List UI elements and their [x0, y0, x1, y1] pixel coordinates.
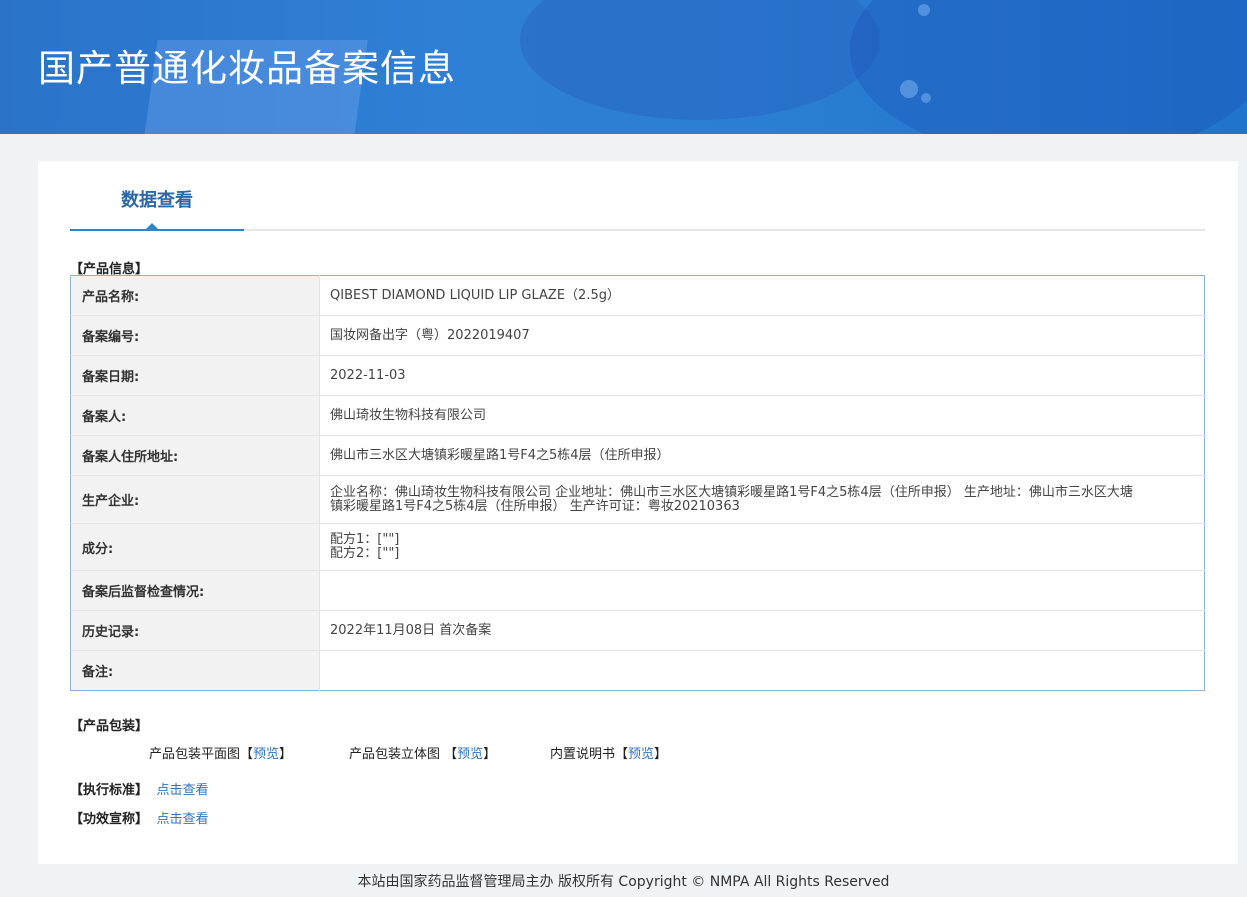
- field-value: 2022年11月08日 首次备案: [319, 610, 1205, 651]
- page-header: 国产普通化妆品备案信息: [0, 0, 1247, 134]
- field-value-line: 配方2：[""]: [330, 546, 400, 561]
- field-value: 国妆网备出字（粤）2022019407: [319, 315, 1205, 356]
- table-row: 历史记录: 2022年11月08日 首次备案: [70, 610, 1205, 651]
- tab-label: 数据查看: [121, 190, 193, 211]
- section-title-product-package: 【产品包装】: [70, 719, 149, 734]
- table-row: 备案人住所地址: 佛山市三水区大塘镇彩暖星路1号F4之5栋4层（住所申报）: [70, 435, 1205, 476]
- package-flat-preview-link[interactable]: 预览: [253, 747, 279, 762]
- field-label: 历史记录:: [70, 610, 320, 651]
- content-panel: 数据查看 【产品信息】 产品名称: QIBEST DIAMOND LIQUID L…: [38, 161, 1238, 864]
- efficacy-label: 【功效宣称】: [70, 812, 149, 827]
- table-row: 产品名称: QIBEST DIAMOND LIQUID LIP GLAZE（2.5…: [70, 275, 1205, 316]
- package-manual-label: 内置说明书: [550, 747, 616, 762]
- field-value: 配方1：[""] 配方2：[""]: [319, 523, 1205, 571]
- field-value: QIBEST DIAMOND LIQUID LIP GLAZE（2.5g）: [319, 275, 1205, 316]
- table-row: 备案人: 佛山琦妆生物科技有限公司: [70, 395, 1205, 436]
- field-label: 成分:: [70, 523, 320, 571]
- tab-bar: 数据查看: [70, 161, 1205, 231]
- header-decoration: [918, 4, 930, 16]
- efficacy-view-link[interactable]: 点击查看: [157, 812, 209, 827]
- field-label: 备案日期:: [70, 355, 320, 396]
- package-manual-item: 内置说明书【预览】: [550, 747, 668, 762]
- package-flat-item: 产品包装平面图【预览】: [149, 747, 293, 762]
- tab-indicator-icon: [145, 223, 159, 230]
- field-value: [319, 570, 1205, 611]
- product-info-table: 产品名称: QIBEST DIAMOND LIQUID LIP GLAZE（2.5…: [70, 275, 1205, 691]
- header-decoration: [900, 80, 918, 98]
- header-decoration: [520, 0, 880, 120]
- table-row: 备案日期: 2022-11-03: [70, 355, 1205, 396]
- field-value-line: 配方1：[""]: [330, 532, 400, 547]
- field-value: 佛山市三水区大塘镇彩暖星路1号F4之5栋4层（住所申报）: [319, 435, 1205, 476]
- field-value: [320, 651, 1205, 691]
- package-solid-label: 产品包装立体图: [349, 747, 441, 762]
- table-row: 备案后监督检查情况:: [70, 570, 1205, 611]
- field-label: 备注:: [70, 650, 320, 691]
- field-label: 备案后监督检查情况:: [70, 570, 320, 611]
- tab-data-view[interactable]: 数据查看: [70, 161, 244, 231]
- field-value: 佛山琦妆生物科技有限公司: [319, 395, 1205, 436]
- package-flat-label: 产品包装平面图: [149, 747, 241, 762]
- table-row: 备案编号: 国妆网备出字（粤）2022019407: [70, 315, 1205, 356]
- table-row: 生产企业: 企业名称：佛山琦妆生物科技有限公司 企业地址：佛山市三水区大塘镇彩暖星…: [70, 475, 1205, 524]
- table-row: 备注:: [70, 650, 1205, 691]
- header-decoration: [850, 0, 1247, 134]
- package-manual-preview-link[interactable]: 预览: [628, 747, 654, 762]
- page-title: 国产普通化妆品备案信息: [38, 47, 456, 90]
- section-title-standard: 【执行标准】 点击查看: [70, 779, 209, 798]
- standard-label: 【执行标准】: [70, 783, 149, 798]
- field-value: 企业名称：佛山琦妆生物科技有限公司 企业地址：佛山市三水区大塘镇彩暖星路1号F4…: [319, 475, 1205, 524]
- field-label: 备案人:: [70, 395, 320, 436]
- header-decoration: [921, 93, 931, 103]
- field-label: 产品名称:: [70, 275, 320, 316]
- package-solid-item: 产品包装立体图 【预览】: [349, 747, 497, 762]
- field-label: 备案编号:: [70, 315, 320, 356]
- table-row: 成分: 配方1：[""] 配方2：[""]: [70, 523, 1205, 571]
- section-title-efficacy: 【功效宣称】 点击查看: [70, 808, 209, 827]
- page-footer: 本站由国家药品监督管理局主办 版权所有 Copyright © NMPA All…: [357, 874, 890, 890]
- standard-view-link[interactable]: 点击查看: [157, 783, 209, 798]
- package-solid-preview-link[interactable]: 预览: [457, 747, 483, 762]
- field-label: 备案人住所地址:: [70, 435, 320, 476]
- field-value: 2022-11-03: [319, 355, 1205, 396]
- field-label: 生产企业:: [70, 475, 320, 524]
